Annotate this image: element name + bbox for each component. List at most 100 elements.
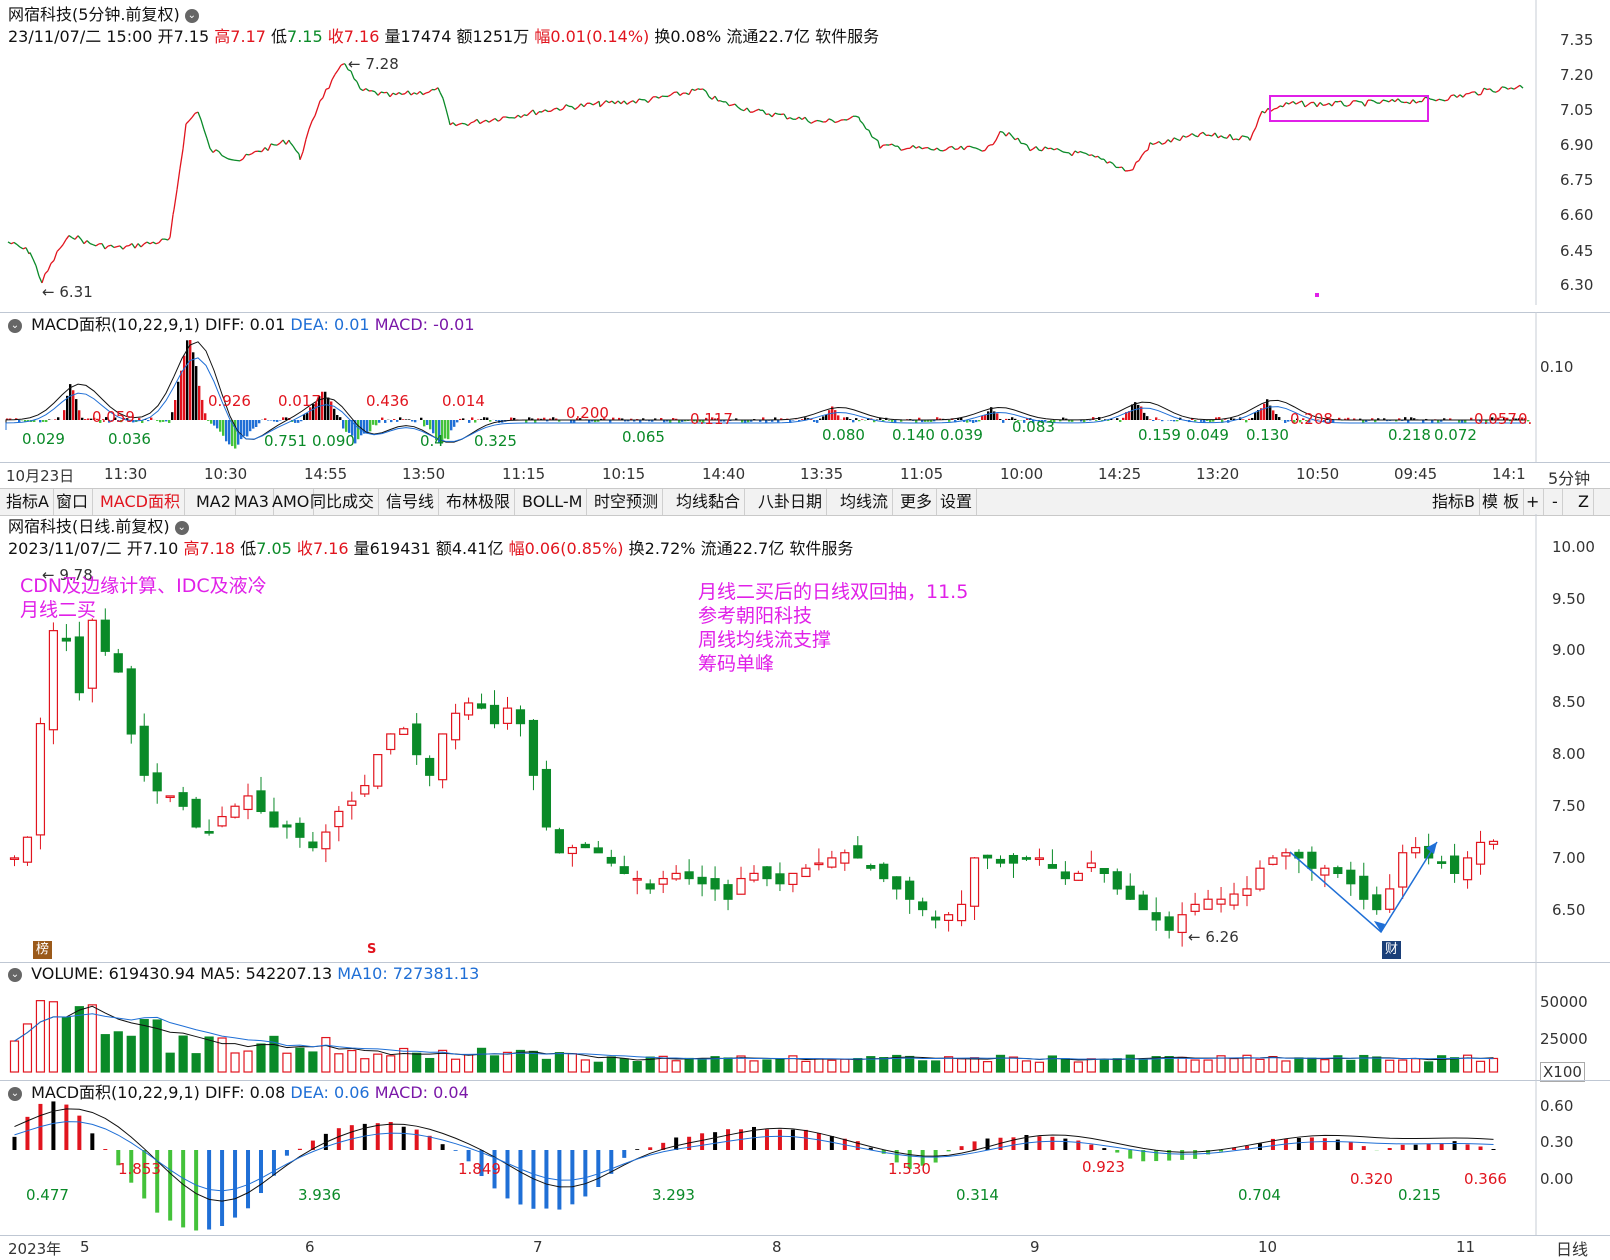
toolbar-item-9[interactable]: BOLL-M: [518, 489, 587, 515]
toolbar-item-8[interactable]: 布林极限: [442, 489, 515, 515]
price-segment: [612, 101, 615, 104]
price-segment: [603, 101, 606, 104]
price-segment: [618, 101, 621, 104]
volume-bar: [387, 1056, 395, 1072]
toolbar-right-item-1[interactable]: 模 板: [1478, 489, 1524, 515]
macd-bar: [339, 417, 341, 420]
candle-body: [932, 917, 940, 920]
macd-bar: [1275, 414, 1277, 420]
price-segment: [1072, 151, 1075, 156]
volume-bar: [1139, 1060, 1147, 1072]
volume-bar: [750, 1061, 758, 1072]
cai-badge[interactable]: 财: [1382, 941, 1401, 959]
price-segment: [1245, 137, 1248, 138]
toolbar-item-2[interactable]: MACD面积: [96, 489, 185, 515]
macd-bar: [246, 420, 248, 436]
toolbar-right-item-3[interactable]: -: [1548, 489, 1563, 515]
volume-bar: [374, 1054, 382, 1072]
volume-bar: [1009, 1057, 1017, 1072]
daily-period[interactable]: 日线: [1556, 1236, 1588, 1260]
macd-bar: [298, 1149, 302, 1150]
toolbar-item-7[interactable]: 信号线: [382, 489, 439, 515]
price-segment: [132, 244, 135, 249]
intraday-price-chart[interactable]: [0, 0, 1610, 305]
volume-chart[interactable]: [0, 962, 1610, 1080]
volume-bar: [919, 1061, 927, 1072]
candle-body: [1126, 886, 1134, 899]
bang-badge[interactable]: 榜: [33, 941, 52, 959]
daily-macd-chart[interactable]: [0, 1080, 1610, 1235]
toolbar-right-item-2[interactable]: +: [1522, 489, 1544, 515]
price-segment: [982, 150, 985, 151]
price-segment: [1051, 148, 1054, 150]
toolbar-item-12[interactable]: 八卦日期: [754, 489, 827, 515]
toolbar-item-15[interactable]: 设置: [936, 489, 977, 515]
intraday-time-tick: 10月23日: [6, 465, 74, 486]
volume-bar: [1490, 1058, 1498, 1072]
candle-body: [179, 793, 187, 807]
candle-body: [75, 637, 83, 693]
macd-bar: [252, 420, 254, 429]
macd-bar: [375, 420, 377, 425]
macd-bar: [1143, 413, 1145, 420]
price-segment: [1398, 99, 1401, 102]
price-segment: [207, 139, 210, 149]
toolbar-item-11[interactable]: 均线黏合: [672, 489, 745, 515]
macd-bar: [78, 410, 80, 420]
price-segment: [985, 146, 988, 150]
toolbar-item-10[interactable]: 时空预测: [590, 489, 663, 515]
macd-bar: [180, 371, 182, 420]
price-segment: [1224, 138, 1227, 139]
price-segment: [943, 150, 946, 151]
toolbar-item-6[interactable]: 同比成交: [306, 489, 379, 515]
price-segment: [609, 101, 612, 102]
volume-bar: [1113, 1059, 1121, 1072]
price-segment: [615, 101, 618, 104]
price-segment: [360, 89, 363, 91]
price-segment: [811, 122, 814, 124]
macd-bar: [381, 418, 383, 420]
price-segment: [1514, 87, 1517, 89]
toolbar-item-14[interactable]: 更多: [896, 489, 937, 515]
price-segment: [1475, 92, 1478, 95]
intraday-period[interactable]: 5分钟: [1548, 465, 1590, 489]
toolbar-item-13[interactable]: 均线流: [836, 489, 893, 515]
intraday-ytick: 6.30: [1560, 276, 1593, 294]
intraday-macd-chart[interactable]: [0, 312, 1610, 462]
price-segment: [268, 144, 271, 151]
candle-body: [1321, 868, 1329, 875]
price-segment: [838, 120, 841, 122]
macd-bar: [396, 420, 398, 422]
price-segment: [1508, 88, 1511, 89]
daily-macd-label: 0.314: [956, 1186, 999, 1204]
price-segment: [1057, 149, 1060, 151]
price-segment: [225, 157, 228, 159]
toolbar-right-item-4[interactable]: Z: [1574, 489, 1594, 515]
intraday-time-tick: 10:15: [602, 465, 645, 483]
price-segment: [1457, 95, 1460, 98]
s-badge[interactable]: S: [364, 941, 379, 959]
candle-body: [711, 879, 719, 889]
price-segment: [168, 238, 170, 240]
macd-bar: [1492, 1149, 1496, 1150]
price-segment: [54, 252, 57, 261]
price-segment: [243, 154, 246, 159]
price-segment: [599, 101, 600, 107]
macd-bar: [327, 398, 329, 420]
macd-bar: [609, 1150, 613, 1174]
macd-bar: [1194, 420, 1196, 421]
macd-bar: [177, 382, 179, 420]
price-segment: [922, 148, 925, 149]
price-segment: [459, 123, 462, 124]
price-segment: [329, 80, 332, 89]
toolbar-item-1[interactable]: 窗口: [52, 489, 93, 515]
price-segment: [979, 149, 982, 151]
macd-bar: [471, 417, 473, 420]
toolbar-right-item-0[interactable]: 指标B: [1428, 489, 1480, 515]
price-segment: [283, 140, 286, 144]
macd-bar: [207, 420, 209, 421]
price-segment: [826, 119, 829, 122]
toolbar-item-0[interactable]: 指标A: [2, 489, 54, 515]
price-segment: [1042, 147, 1045, 151]
price-segment: [440, 92, 443, 98]
